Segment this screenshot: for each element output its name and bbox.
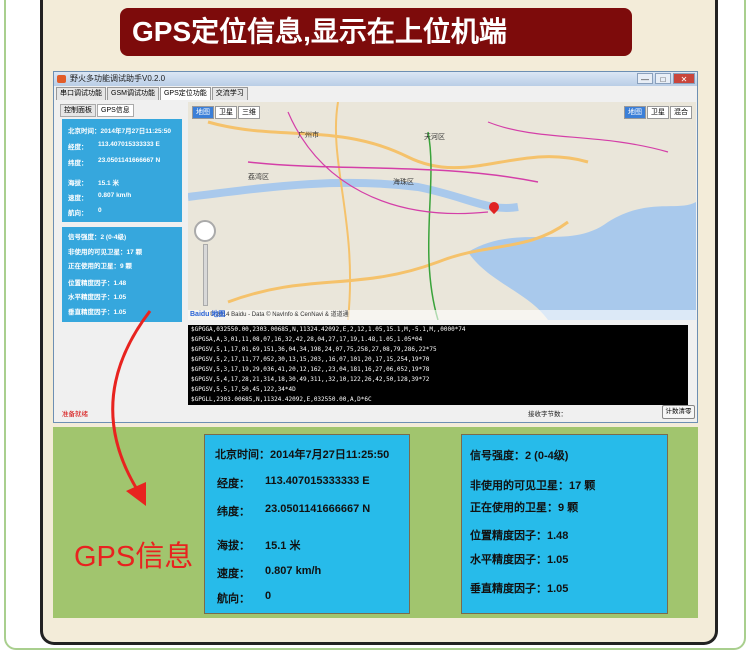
- tab-gsm[interactable]: GSM调试功能: [107, 87, 159, 100]
- map-label-guangzhou: 广州市: [298, 132, 319, 139]
- map-zoom-slider[interactable]: [203, 244, 208, 306]
- altitude-label: 海拔：: [217, 540, 250, 552]
- minimize-button[interactable]: —: [637, 73, 653, 84]
- map-mode-map[interactable]: 地图: [192, 106, 214, 119]
- longitude-value: 113.407015333333 E: [265, 475, 370, 487]
- used-sat-value: 9 颗: [558, 502, 579, 514]
- pdop-label: 位置精度因子：: [470, 530, 547, 542]
- banner-title: GPS定位信息,显示在上位机端: [132, 16, 507, 47]
- console-line: $GPGSV,5,2,17,11,77,052,30,13,15,203,,16…: [191, 356, 430, 363]
- tab-serial[interactable]: 串口调试功能: [56, 87, 106, 100]
- longitude-label: 经度：: [68, 144, 88, 151]
- console-line: $GPGSV,5,3,17,19,29,036,41,20,12,162,,23…: [191, 366, 430, 373]
- gps-info-caption: GPS信息: [74, 541, 194, 573]
- used-sat-value: 9 颗: [120, 263, 132, 270]
- position-info-panel: 北京时间：2014年7月27日11:25:50 经度： 113.40701533…: [62, 119, 182, 222]
- map-view-hybrid[interactable]: 混合: [670, 106, 692, 119]
- latitude-value: 23.0501141666667 N: [265, 503, 371, 515]
- course-value: 0: [265, 590, 272, 602]
- map-mode-3d[interactable]: 三维: [238, 106, 260, 119]
- speed-value: 0.807 km/h: [265, 565, 322, 577]
- time-value: 2014年7月27日11:25:50: [270, 449, 390, 461]
- pdop-label: 位置精度因子：: [68, 280, 114, 287]
- course-label: 航向：: [68, 210, 88, 217]
- tab-learning[interactable]: 交流学习: [211, 87, 248, 100]
- hdop-value: 1.05: [113, 294, 127, 301]
- course-label: 航向：: [217, 593, 250, 605]
- red-arrow-icon: [111, 310, 152, 506]
- latitude-label: 纬度：: [68, 160, 88, 167]
- window-titlebar: 野火多功能调试助手V0.2.0 — □ ✕: [54, 72, 697, 86]
- time-label: 北京时间：: [215, 449, 270, 461]
- subtab-gps-info[interactable]: GPS信息: [97, 104, 134, 117]
- map-pan-control-icon[interactable]: [194, 220, 216, 242]
- close-button[interactable]: ✕: [673, 73, 695, 84]
- signal-value: 2 (0-4级): [525, 450, 569, 462]
- tab-gps[interactable]: GPS定位功能: [159, 87, 211, 100]
- map-label-tianhe: 天河区: [424, 134, 445, 141]
- console-line: $GPGSV,5,1,17,01,69,151,36,04,34,198,24,…: [191, 346, 437, 353]
- map-attribution: © 2014 Baidu - Data © NavInfo & CenNavi …: [188, 310, 696, 320]
- baidu-logo: Baidu 地图: [190, 311, 226, 318]
- window-title: 野火多功能调试助手V0.2.0: [70, 74, 166, 83]
- signal-value: 2 (0-4级): [100, 234, 127, 241]
- baidu-map[interactable]: 地图 卫星 三维 地图 卫星 混合 广州市 天河区 海珠区 荔湾区 © 2014…: [188, 102, 696, 320]
- map-view-satellite[interactable]: 卫星: [647, 106, 669, 119]
- visible-sat-value: 17 颗: [126, 249, 143, 256]
- reset-count-button[interactable]: 计数清零: [662, 405, 695, 419]
- position-info-zoomed: 北京时间：2014年7月27日11:25:50 经度： 113.40701533…: [204, 434, 410, 614]
- longitude-label: 经度：: [217, 478, 250, 490]
- pdop-value: 1.48: [547, 530, 569, 542]
- course-value: 0: [98, 207, 102, 214]
- console-line: $GPGSV,5,4,17,28,21,314,18,30,49,311,,32…: [191, 376, 430, 383]
- time-label: 北京时间：: [68, 128, 101, 135]
- visible-sat-value: 17 颗: [569, 480, 596, 492]
- visible-sat-label: 非使用的可见卫星：: [68, 249, 127, 256]
- nmea-console[interactable]: $GPGGA,032550.00,2303.00685,N,11324.4209…: [188, 325, 688, 405]
- altitude-value: 15.1 米: [265, 540, 301, 552]
- map-label-haizhu: 海珠区: [393, 179, 414, 186]
- hdop-label: 水平精度因子：: [470, 554, 547, 566]
- map-label-liwan: 荔湾区: [248, 174, 269, 181]
- vdop-value: 1.05: [547, 583, 569, 595]
- altitude-label: 海拔：: [68, 180, 88, 187]
- subtab-control-panel[interactable]: 控制面板: [60, 104, 96, 117]
- speed-label: 速度：: [68, 195, 88, 202]
- used-sat-label: 正在使用的卫星：: [470, 502, 558, 514]
- map-view-map[interactable]: 地图: [624, 106, 646, 119]
- sub-tabs: 控制面板 GPS信息: [60, 104, 135, 117]
- latitude-label: 纬度：: [217, 506, 250, 518]
- time-value: 2014年7月27日11:25:50: [100, 128, 171, 135]
- satellite-info-zoomed: 信号强度：2 (0-4级) 非使用的可见卫星：17 颗 正在使用的卫星：9 颗 …: [461, 434, 668, 614]
- received-bytes-label: 接收字节数：: [528, 411, 567, 418]
- longitude-value: 113.407015333333 E: [98, 141, 160, 148]
- vdop-label: 垂直精度因子：: [470, 583, 547, 595]
- speed-label: 速度：: [217, 568, 250, 580]
- map-mode-satellite[interactable]: 卫星: [215, 106, 237, 119]
- console-line: $GPGSV,5,5,17,50,45,122,34*4D: [191, 386, 296, 393]
- console-line: $GPGLL,2303.00685,N,11324.42092,E,032550…: [191, 396, 372, 403]
- maximize-button[interactable]: □: [655, 73, 671, 84]
- visible-sat-label: 非使用的可见卫星：: [470, 480, 569, 492]
- map-type-buttons-left: 地图 卫星 三维: [192, 106, 260, 119]
- console-line: $GPGGA,032550.00,2303.00685,N,11324.4209…: [191, 326, 466, 333]
- signal-label: 信号强度：: [470, 450, 525, 462]
- signal-label: 信号强度：: [68, 234, 101, 241]
- console-line: $GPGSA,A,3,01,11,08,07,16,32,42,28,04,27…: [191, 336, 423, 343]
- page-banner: GPS定位信息,显示在上位机端: [120, 8, 632, 56]
- pdop-value: 1.48: [113, 280, 127, 287]
- latitude-value: 23.0501141666667 N: [98, 157, 161, 164]
- hdop-value: 1.05: [547, 554, 569, 566]
- used-sat-label: 正在使用的卫星：: [68, 263, 120, 270]
- main-tabs: 串口调试功能 GSM调试功能 GPS定位功能 交流学习: [54, 87, 697, 100]
- status-ready: 准备就绪: [62, 411, 88, 418]
- app-icon: [57, 75, 66, 83]
- speed-value: 0.807 km/h: [98, 192, 132, 199]
- hdop-label: 水平精度因子：: [68, 294, 114, 301]
- map-type-buttons-right: 地图 卫星 混合: [624, 106, 692, 119]
- altitude-value: 15.1 米: [98, 180, 119, 187]
